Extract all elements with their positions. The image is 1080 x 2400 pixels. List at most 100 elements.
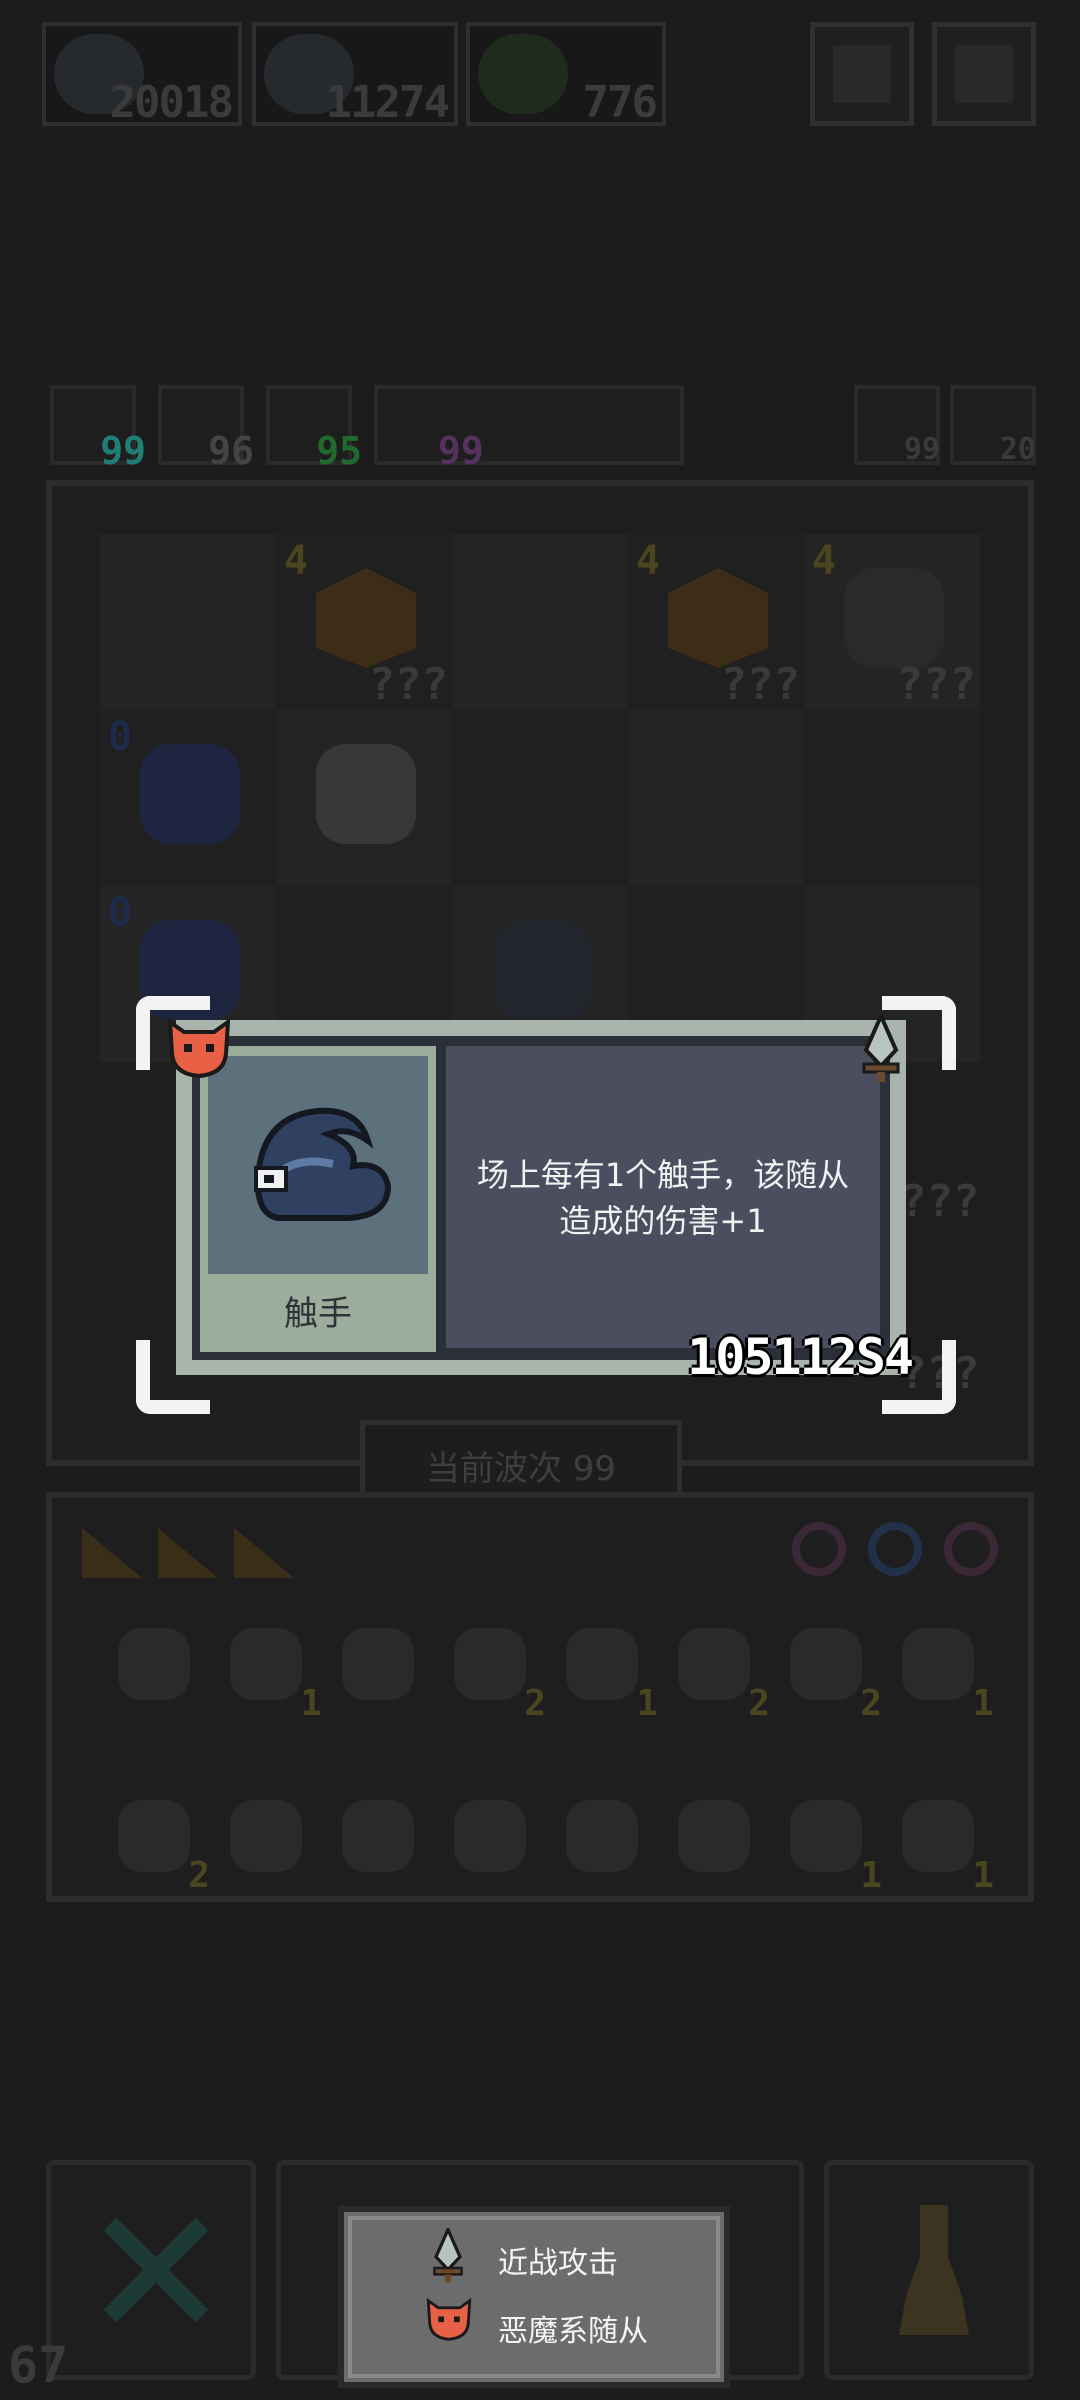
minion-id: 105112S4 [687,1328,914,1386]
inventory-slot[interactable]: 1 [888,1614,994,1724]
crate-icon [316,568,416,668]
green-orb-token-icon [478,34,568,114]
shield-icon [342,1628,414,1700]
help-button[interactable] [810,22,914,126]
inventory-slot[interactable]: 2 [664,1614,770,1724]
inventory-slot[interactable]: 1 [776,1786,882,1896]
description-line: 场上每有1个触手，该随从 [476,1156,850,1194]
dagger-icon [426,2225,470,2284]
horn-icon [902,1628,974,1700]
corner-bracket [136,1340,210,1414]
resource-value: 776 [582,77,658,128]
question-icon [833,45,891,103]
inventory-slot[interactable] [328,1614,428,1714]
item-count: 2 [748,1683,770,1724]
ring-icon[interactable] [868,1522,922,1576]
resource-green-orb: 776 [466,22,666,128]
stat-key: 20 [950,385,1036,467]
board-cell[interactable]: 4??? [276,534,452,710]
inventory-slot[interactable]: 2 [104,1786,210,1896]
minion-portrait-image [208,1056,428,1274]
board-cell[interactable]: 4??? [628,534,804,710]
bone-icon [230,1628,302,1700]
demon-mask-icon [118,1800,190,1872]
board-cell[interactable] [452,534,628,710]
hooded-icon [844,568,944,668]
green-arrow-icon [566,1800,638,1872]
minion-description: 场上每有1个触手，该随从 造成的伤害+1 [446,1152,880,1244]
pawn-button[interactable] [824,2160,1034,2380]
scroll-icon [454,1628,526,1700]
skeleton-icon [316,744,416,844]
robot-icon [140,744,240,844]
board-cell[interactable] [628,710,804,886]
demon-face-icon [424,2296,474,2344]
board-cell[interactable] [452,710,628,886]
stat-sword: 96 [158,385,254,473]
inventory-slot[interactable]: 2 [776,1614,882,1724]
inventory-slot[interactable]: 1 [216,1614,322,1724]
swirl-icon [230,1800,302,1872]
pawn-icon [899,2205,969,2335]
inventory-slot[interactable]: 2 [440,1614,546,1724]
axe-icon [902,1800,974,1872]
stat-value: 99 [438,429,484,473]
board-cell[interactable]: 4??? [804,534,980,710]
board-cell[interactable] [276,710,452,886]
item-count: 1 [636,1683,658,1724]
cell-tier: 0 [108,714,133,760]
stat-lightning: 99 [374,385,684,473]
item-count: 1 [972,1683,994,1724]
resource-value: 11274 [325,77,450,128]
board-cell[interactable]: 0 [100,710,276,886]
potion-icon [790,1800,862,1872]
resource-value: 20018 [109,77,234,128]
stat-green-blob: 95 [266,385,362,473]
cell-tier: 4 [812,538,837,584]
unknown-marker: ??? [720,659,800,710]
unknown-marker: ??? [896,659,976,710]
unknown-marker: ??? [368,659,448,710]
cell-tier: 4 [636,538,661,584]
inventory-slot[interactable] [216,1786,316,1886]
board-cell[interactable] [804,710,980,886]
slime-icon [118,1628,190,1700]
settings-button[interactable] [932,22,1036,126]
inventory-slot[interactable] [328,1786,428,1886]
tooltip-label-demon: 恶魔系随从 [498,2314,648,2349]
board-cell[interactable] [100,534,276,710]
item-count: 1 [860,1855,882,1896]
crate-icon [668,568,768,668]
x-icon [101,2215,211,2325]
arrow-icon [342,1800,414,1872]
inventory-slot[interactable] [104,1614,204,1714]
resource-tentacle: 20018 [42,22,242,128]
item-count: 2 [188,1855,210,1896]
stat-value: 96 [208,429,254,473]
minion-name: 触手 [284,1294,352,1334]
stat-value: 99 [100,429,146,473]
tentacle-icon [492,920,592,1020]
item-count: 1 [300,1683,322,1724]
stat-refresh: 99 [854,385,940,467]
inventory-slot[interactable] [440,1786,540,1886]
inventory-slot[interactable]: 1 [552,1614,658,1724]
teeth-frame-icon [678,1800,750,1872]
description-line: 造成的伤害+1 [559,1202,767,1240]
close-button[interactable] [46,2160,256,2380]
stat-cyan-shield: 99 [50,385,146,473]
orb-icon [678,1628,750,1700]
tooltip-label-melee: 近战攻击 [498,2246,618,2281]
corner-bracket [882,1340,956,1414]
corner-bracket [882,996,956,1070]
inventory-slot[interactable]: 1 [888,1786,994,1896]
ring-icon[interactable] [792,1522,846,1576]
claw-icon [454,1800,526,1872]
inventory-slot[interactable] [664,1786,764,1886]
inventory-slot[interactable] [552,1786,652,1886]
resource-wizard-hat: 11274 [252,22,458,128]
tentacle-icon [254,1107,392,1221]
ring-icon[interactable] [944,1522,998,1576]
tag-tooltip [338,2206,730,2388]
gear-icon [955,45,1013,103]
